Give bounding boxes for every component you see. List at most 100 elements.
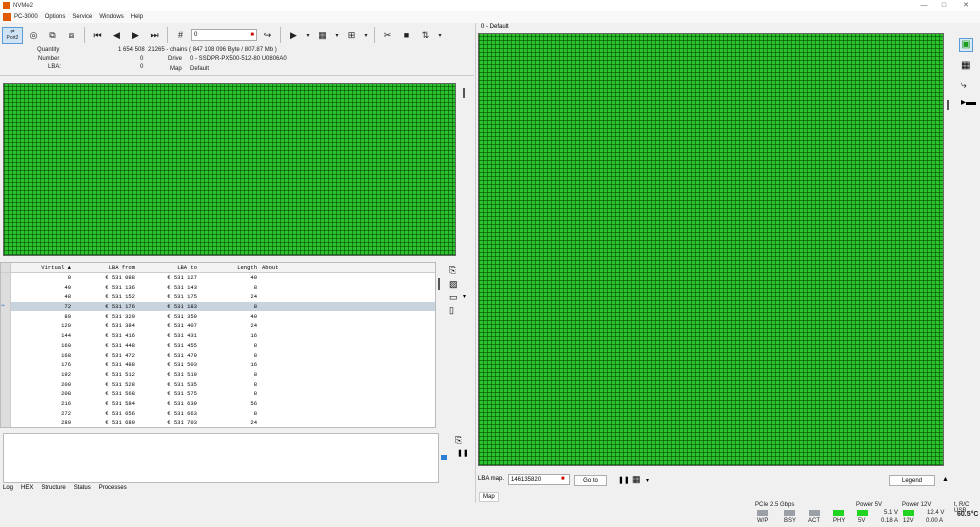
table-row[interactable]: 48 € 531 152 € 531 175 24	[1, 292, 435, 302]
table-scrollbar-thumb[interactable]	[438, 278, 440, 290]
tab-map[interactable]: Map	[479, 492, 499, 502]
sort-icon[interactable]: ⇅	[417, 27, 434, 44]
tab-structure[interactable]: Structure	[41, 485, 65, 491]
legend-button[interactable]: Legend	[889, 475, 935, 486]
col-about[interactable]: About	[259, 264, 435, 271]
col-lba-to[interactable]: LBA to	[137, 264, 199, 271]
separator	[84, 27, 85, 43]
chevron-down-icon[interactable]: ▾	[362, 27, 370, 44]
copy-map-icon[interactable]: ⧉	[44, 27, 61, 44]
toolbar: ⇌ Port2 ◎ ⧉ ⧈ ⏮ ◀ ▶ ⏭ # 0 ■ ↪ ▶ ▾ ▦ ▾ ⊞ …	[0, 24, 474, 46]
export-icon[interactable]: ⎘	[449, 265, 456, 276]
menu-options[interactable]: Options	[45, 14, 66, 20]
tools-icon[interactable]: ✂	[379, 27, 396, 44]
chip-icon[interactable]: ▦	[961, 60, 970, 71]
tab-status[interactable]: Status	[74, 485, 91, 491]
table-row[interactable]: 272 € 531 656 € 531 663 8	[1, 408, 435, 418]
chevron-down-icon[interactable]: ▾	[436, 27, 444, 44]
table-body: 0 € 531 088 € 531 127 40 40 € 531 136 € 531 14…	[1, 272, 435, 427]
document-icon[interactable]: ▯	[449, 305, 454, 316]
goto-button[interactable]: Go to	[574, 475, 607, 486]
table-row[interactable]: 280 € 531 680 € 531 703 24	[1, 418, 435, 427]
pause-icon[interactable]: ❚❚	[618, 476, 630, 484]
log-area[interactable]	[3, 433, 439, 483]
bsy-label: BSY	[784, 518, 797, 524]
hash-icon[interactable]: #	[172, 27, 189, 44]
tab-hex[interactable]: HEX	[21, 485, 33, 491]
cell-virtual: 144	[61, 332, 71, 340]
temp-value: 60.5°C	[957, 511, 979, 518]
cell-virtual: 160	[61, 341, 71, 349]
quantity-value: 1 654 508	[118, 47, 145, 53]
menu-service[interactable]: Service	[72, 14, 92, 20]
chevron-up-icon[interactable]: ▲	[942, 476, 949, 483]
scrollbar-thumb[interactable]	[463, 88, 465, 98]
grid-icon[interactable]: ⊞	[343, 27, 360, 44]
pause-icon[interactable]: ❚❚	[457, 449, 469, 457]
table-row[interactable]: 192 € 531 512 € 531 519 8	[1, 369, 435, 380]
close-button[interactable]: ✕	[956, 0, 976, 11]
minimize-button[interactable]: —	[914, 0, 934, 11]
tab-log[interactable]: Log	[3, 485, 13, 491]
table-row[interactable]: 200 € 531 528 € 531 535 8	[1, 379, 435, 389]
cell-lba-from: € 531 136	[105, 283, 135, 291]
maximize-button[interactable]: □	[934, 0, 954, 11]
map-panel-title: 0 - Default	[481, 24, 509, 30]
image-icon[interactable]: ▨	[449, 279, 458, 290]
table-row[interactable]: ⇒ 72 € 531 176 € 531 183 8	[1, 301, 435, 312]
table-row[interactable]: 208 € 531 568 € 531 575 8	[1, 388, 435, 399]
drive-icon[interactable]: ◎	[25, 27, 42, 44]
col-length[interactable]: Length	[199, 264, 259, 271]
goto-icon[interactable]: ↪	[259, 27, 276, 44]
clear-icon[interactable]: ■	[250, 32, 254, 38]
clear-icon[interactable]: ■	[561, 476, 565, 482]
map-mode-icon[interactable]: ▣	[959, 38, 973, 52]
prev-icon[interactable]: ◀	[108, 27, 125, 44]
power12-voltage: 12.4 V	[927, 510, 945, 516]
chevron-down-icon[interactable]: ▾	[463, 293, 466, 300]
map-view-icon[interactable]: ▦	[314, 27, 331, 44]
play-icon[interactable]: ▶	[285, 27, 302, 44]
step-icon[interactable]: ▸▬	[961, 97, 976, 108]
chevron-down-icon[interactable]: ▾	[333, 27, 341, 44]
stop-icon[interactable]: ■	[398, 27, 415, 44]
sector-map-small[interactable]	[3, 83, 456, 256]
sector-map-large[interactable]	[478, 33, 944, 466]
table-row[interactable]: 120 € 531 384 € 531 407 24	[1, 321, 435, 331]
table-row[interactable]: 40 € 531 136 € 531 143 8	[1, 282, 435, 293]
cell-lba-from: € 531 656	[105, 409, 135, 417]
route-icon[interactable]: ⤷	[961, 80, 967, 91]
map-view-icon[interactable]: ▦	[632, 474, 641, 485]
table-row[interactable]: 144 € 531 416 € 531 431 16	[1, 330, 435, 341]
copy-log-icon[interactable]: ⎘	[455, 435, 462, 446]
menu-help[interactable]: Help	[131, 14, 143, 20]
tab-processes[interactable]: Processes	[99, 485, 127, 491]
table-row[interactable]: 80 € 531 320 € 531 359 40	[1, 311, 435, 322]
row-marker	[1, 379, 11, 389]
next-icon[interactable]: ▶	[127, 27, 144, 44]
chevron-down-icon[interactable]: ▾	[304, 27, 312, 44]
act-label: ACT	[808, 518, 820, 524]
table-row[interactable]: 176 € 531 488 € 531 503 16	[1, 359, 435, 370]
task-icon[interactable]: ⧈	[63, 27, 80, 44]
first-icon[interactable]: ⏮	[89, 27, 106, 44]
port-button[interactable]: ⇌ Port2	[2, 26, 23, 44]
log-scrollbar-thumb[interactable]	[441, 455, 447, 460]
folder-icon[interactable]: ▭	[449, 292, 458, 303]
cell-lba-to: € 531 639	[167, 399, 197, 407]
lba-input[interactable]: 0 ■	[191, 29, 257, 41]
cell-length: 24	[250, 322, 257, 330]
table-row[interactable]: 0 € 531 088 € 531 127 40	[1, 272, 435, 283]
table-row[interactable]: 216 € 531 584 € 531 639 56	[1, 398, 435, 409]
map-value: Default	[190, 66, 210, 72]
cell-length: 16	[250, 361, 257, 369]
chevron-down-icon[interactable]: ▾	[646, 477, 649, 484]
table-row[interactable]: 160 € 531 448 € 531 455 8	[1, 340, 435, 351]
table-row[interactable]: 168 € 531 472 € 531 479 8	[1, 350, 435, 360]
menu-pc3000[interactable]: PC-3000	[14, 14, 38, 20]
col-lba-from[interactable]: LBA from	[73, 264, 137, 271]
col-virtual[interactable]: Virtual ▲	[11, 264, 73, 271]
map-scrollbar-thumb[interactable]	[947, 100, 949, 110]
menu-windows[interactable]: Windows	[99, 14, 123, 20]
last-icon[interactable]: ⏭	[146, 27, 163, 44]
